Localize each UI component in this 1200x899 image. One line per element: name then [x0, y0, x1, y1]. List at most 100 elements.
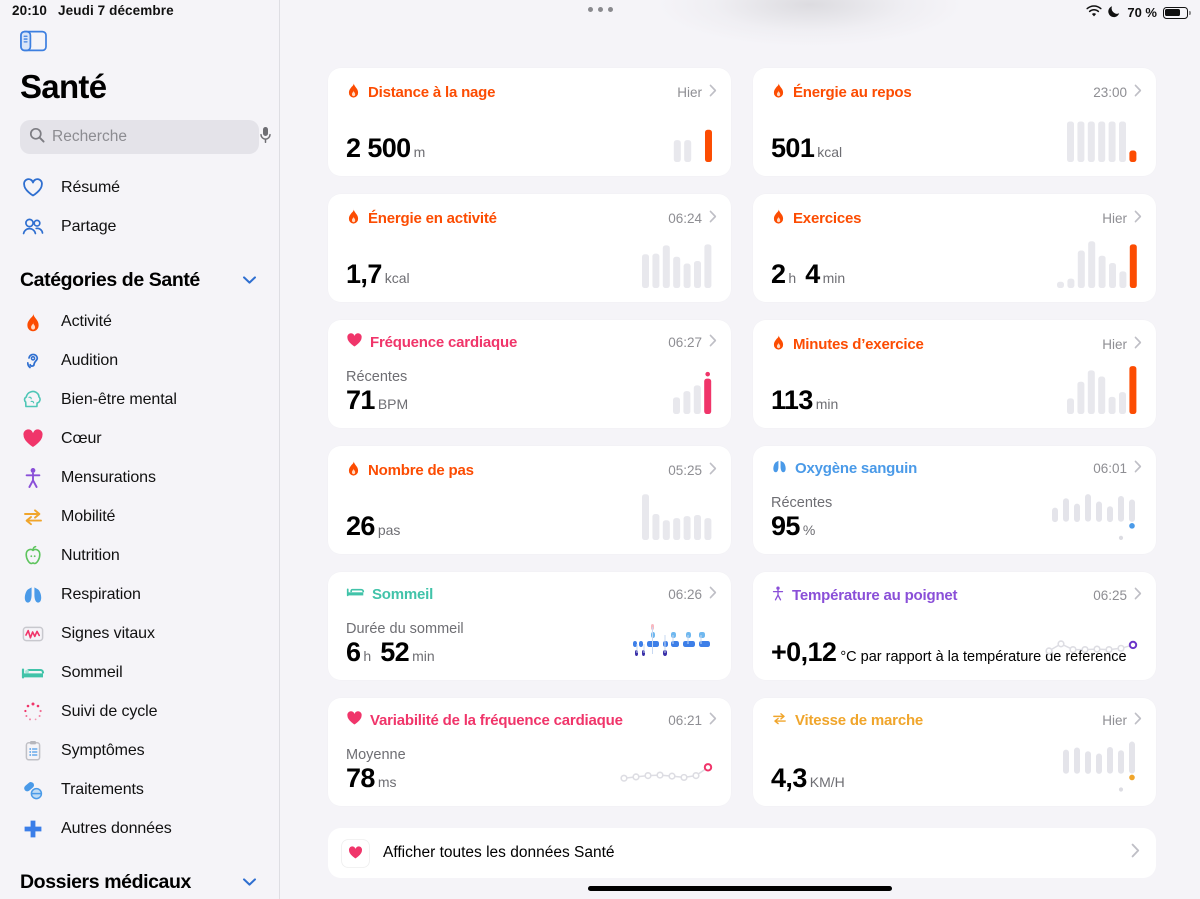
sidebar-section-categories[interactable]: Catégories de Santé — [0, 258, 279, 302]
sidebar-item-nutrition[interactable]: Nutrition — [0, 536, 279, 575]
heart-filled-icon — [342, 839, 369, 867]
sidebar-item-sommeil[interactable]: Sommeil — [0, 653, 279, 692]
arrows-icon — [771, 711, 788, 730]
sidebar-item-mobilite[interactable]: Mobilité — [0, 497, 279, 536]
card-title-group: Oxygène sanguin — [771, 459, 917, 478]
card-time: 06:24 — [668, 210, 702, 226]
health-card[interactable]: Vitesse de marche Hier 4,3 KM/H — [753, 698, 1156, 806]
card-meta: Hier — [677, 84, 717, 101]
section-title: Dossiers médicaux — [20, 870, 191, 893]
sidebar-item-autres-donnees[interactable]: Autres données — [0, 809, 279, 848]
sidebar-item-audition[interactable]: Audition — [0, 341, 279, 380]
sidebar-item-label: Résumé — [61, 178, 120, 196]
vitals-monitor-icon — [20, 624, 46, 644]
show-all-health-data-label: Afficher toutes les données Santé — [383, 844, 615, 861]
section-title: Catégories de Santé — [20, 268, 200, 291]
chevron-down-icon[interactable] — [242, 875, 257, 890]
card-sparkline — [1067, 102, 1140, 162]
card-time: 06:21 — [668, 713, 702, 728]
card-meta: 23:00 — [1093, 84, 1142, 101]
search-bar[interactable] — [20, 120, 271, 154]
sidebar-item-symptomes[interactable]: Symptômes — [0, 731, 279, 770]
brain-icon — [20, 390, 46, 410]
chevron-down-icon[interactable] — [242, 273, 257, 288]
card-time: 06:26 — [668, 586, 702, 602]
card-unit: KM/H — [809, 773, 845, 790]
health-card[interactable]: Sommeil 06:26 Durée du sommeil 6 h 52 min — [328, 572, 731, 680]
card-time: 05:25 — [668, 462, 702, 478]
sidebar-item-label: Cœur — [61, 429, 102, 447]
sidebar-item-resume[interactable]: Résumé — [0, 168, 279, 207]
card-title: Vitesse de marche — [795, 712, 924, 729]
card-time: 06:01 — [1093, 461, 1127, 476]
card-unit: kcal — [384, 269, 410, 286]
card-unit: BPM — [377, 395, 409, 412]
people-icon — [20, 217, 46, 237]
card-title: Nombre de pas — [368, 461, 474, 479]
health-card[interactable]: Fréquence cardiaque 06:27 Récentes 71 BPM — [328, 320, 731, 428]
health-card[interactable]: Énergie en activité 06:24 1,7 kcal — [328, 194, 731, 302]
card-unit: m — [413, 143, 426, 160]
card-header: Variabilité de la fréquence cardiaque 06:… — [346, 711, 717, 730]
sidebar-item-signes-vitaux[interactable]: Signes vitaux — [0, 614, 279, 653]
card-value: 6 — [346, 636, 361, 667]
health-card[interactable]: Variabilité de la fréquence cardiaque 06:… — [328, 698, 731, 806]
card-unit: kcal — [817, 143, 843, 160]
chevron-right-icon — [1134, 210, 1142, 227]
flame-icon — [346, 459, 361, 481]
chevron-right-icon — [1134, 460, 1142, 477]
flame-icon — [20, 311, 46, 333]
card-meta: 06:27 — [668, 334, 717, 351]
sidebar-item-mensurations[interactable]: Mensurations — [0, 458, 279, 497]
card-value-2: 52 — [380, 636, 410, 667]
card-meta: 06:24 — [668, 210, 717, 227]
sidebar-item-traitements[interactable]: Traitements — [0, 770, 279, 809]
card-title-group: Sommeil — [346, 585, 433, 603]
home-indicator — [588, 886, 892, 891]
show-all-health-data-button[interactable]: Afficher toutes les données Santé — [328, 828, 1156, 878]
sidebar-item-suivi-de-cycle[interactable]: Suivi de cycle — [0, 692, 279, 731]
card-sparkline — [1056, 228, 1140, 288]
health-card[interactable]: Énergie au repos 23:00 501 kcal — [753, 68, 1156, 176]
card-subtitle: Récentes — [346, 368, 408, 385]
health-card[interactable]: Minutes d’exercice Hier 113 min — [753, 320, 1156, 428]
card-time: 06:25 — [1093, 588, 1127, 603]
lungs-icon — [771, 459, 788, 478]
card-header: Distance à la nage Hier — [346, 81, 717, 103]
card-sparkline — [653, 102, 715, 162]
sidebar-item-respiration[interactable]: Respiration — [0, 575, 279, 614]
sidebar-item-coeur[interactable]: Cœur — [0, 419, 279, 458]
card-meta: 06:21 — [668, 712, 717, 729]
sidebar-top-items: Résumé Partage — [0, 168, 279, 246]
sidebar-section-dossiers-medicaux[interactable]: Dossiers médicaux — [0, 860, 279, 899]
sidebar-toggle-icon[interactable] — [20, 30, 47, 52]
card-sparkline — [673, 354, 715, 414]
microphone-icon[interactable] — [259, 126, 272, 149]
sidebar-item-partage[interactable]: Partage — [0, 207, 279, 246]
bed-icon — [346, 585, 365, 603]
card-meta: 06:01 — [1093, 460, 1142, 477]
sidebar-item-label: Sommeil — [61, 663, 123, 681]
card-unit: min — [815, 395, 839, 412]
card-title: Énergie en activité — [368, 209, 497, 227]
main-content: Distance à la nage Hier 2 500 m Énergie au r… — [280, 0, 1200, 899]
health-card[interactable]: Distance à la nage Hier 2 500 m — [328, 68, 731, 176]
health-card[interactable]: Oxygène sanguin 06:01 Récentes 95% — [753, 446, 1156, 554]
card-header: Fréquence cardiaque 06:27 — [346, 333, 717, 352]
flame-icon — [771, 333, 786, 355]
card-unit: h — [363, 647, 372, 664]
sidebar-item-label: Traitements — [61, 780, 144, 798]
health-card[interactable]: Température au poignet 06:25 +0,12 °C par r… — [753, 572, 1156, 680]
search-input[interactable] — [52, 128, 252, 146]
sidebar-item-bien-etre-mental[interactable]: Bien-être mental — [0, 380, 279, 419]
card-unit: ms — [377, 773, 397, 790]
sidebar-item-activite[interactable]: Activité — [0, 302, 279, 341]
card-value-2: 4 — [805, 258, 820, 289]
health-app-screen: 20:10 Jeudi 7 décembre 70 % Santé Recher… — [0, 0, 1200, 899]
card-header: Énergie au repos 23:00 — [771, 81, 1142, 103]
health-card[interactable]: Exercices Hier 2 h 4 min — [753, 194, 1156, 302]
health-card[interactable]: Nombre de pas 05:25 26 pas — [328, 446, 731, 554]
card-unit: pas — [377, 521, 401, 538]
sidebar-item-label: Bien-être mental — [61, 390, 177, 408]
card-value-row: 71 BPM — [346, 385, 717, 414]
